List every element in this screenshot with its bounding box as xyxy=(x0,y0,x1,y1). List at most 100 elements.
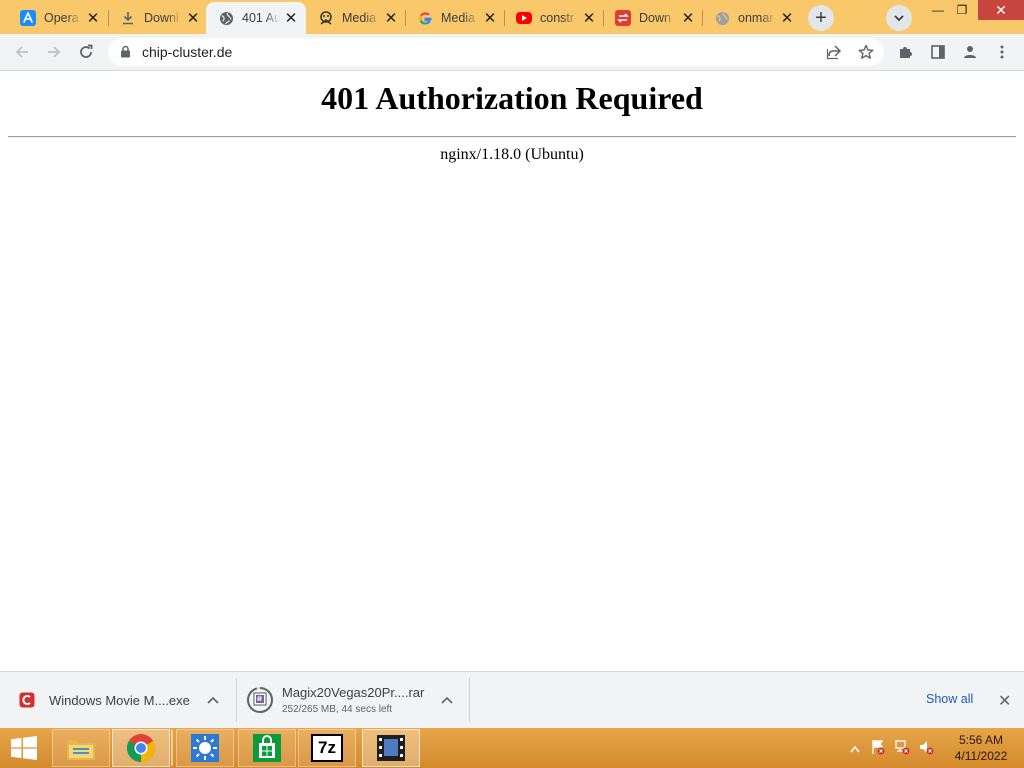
rar-file-icon xyxy=(253,692,267,709)
download-shelf: Windows Movie M....exe Magix20Vegas20Pr.… xyxy=(0,671,1024,728)
forward-button[interactable] xyxy=(40,38,68,66)
system-tray xyxy=(850,728,934,768)
windows-logo-icon xyxy=(11,736,37,760)
show-all-downloads-link[interactable]: Show all xyxy=(926,692,973,706)
download-options-chevron-icon[interactable] xyxy=(204,691,222,709)
tab-title: Media xyxy=(342,11,377,25)
download-options-chevron-icon[interactable] xyxy=(438,691,456,709)
arrow-left-icon xyxy=(15,46,28,58)
tab-close-icon[interactable]: ✕ xyxy=(679,9,697,27)
taskbar-separator xyxy=(171,730,173,766)
tab-close-icon[interactable]: ✕ xyxy=(382,9,400,27)
tab-onmar[interactable]: onmar ✕ xyxy=(702,2,802,34)
tab-opera[interactable]: Opera ✕ xyxy=(8,2,108,34)
network-icon[interactable] xyxy=(894,739,910,758)
store-taskbar-button[interactable] xyxy=(238,729,296,767)
puzzle-icon xyxy=(900,47,912,58)
7zip-taskbar-button[interactable]: 7z xyxy=(298,729,356,767)
store-bag-icon xyxy=(253,734,281,762)
chevron-down-icon xyxy=(894,15,904,22)
download-status: 252/265 MB, 44 secs left xyxy=(282,704,393,715)
plus-icon: + xyxy=(815,6,827,29)
address-bar[interactable]: chip-cluster.de xyxy=(108,38,884,66)
youtube-icon xyxy=(516,12,532,24)
tab-close-icon[interactable]: ✕ xyxy=(778,9,796,27)
profile-icon xyxy=(964,46,976,58)
minimize-icon: — xyxy=(932,3,944,17)
tab-close-icon[interactable]: ✕ xyxy=(580,9,598,27)
new-tab-button[interactable]: + xyxy=(808,5,834,31)
tab-close-icon[interactable]: ✕ xyxy=(481,9,499,27)
weather-taskbar-button[interactable] xyxy=(176,729,234,767)
globe-icon xyxy=(714,10,730,26)
show-hidden-icons-icon[interactable] xyxy=(850,741,860,756)
reload-icon xyxy=(80,44,93,58)
download-filename: Windows Movie M....exe xyxy=(49,692,190,708)
download-separator xyxy=(236,678,237,722)
folder-icon xyxy=(67,740,95,760)
red-arrows-icon xyxy=(615,10,631,26)
tab-401-auth[interactable]: 401 Au ✕ xyxy=(206,2,306,34)
movie-maker-taskbar-button[interactable] xyxy=(362,729,420,767)
divider xyxy=(8,136,1016,138)
exe-file-icon xyxy=(18,691,36,709)
web-page: 401 Authorization Required nginx/1.18.0 … xyxy=(0,72,1024,671)
tab-close-icon[interactable]: ✕ xyxy=(184,9,202,27)
tab-title: Opera xyxy=(44,11,79,25)
reload-button[interactable] xyxy=(72,38,100,66)
tab-title: Media xyxy=(441,11,476,25)
close-download-shelf-icon[interactable]: ✕ xyxy=(998,691,1011,711)
chrome-taskbar-button[interactable] xyxy=(112,729,170,767)
globe-icon xyxy=(218,10,234,26)
media-site-icon xyxy=(318,10,334,26)
tab-close-icon[interactable]: ✕ xyxy=(282,9,300,27)
start-button[interactable] xyxy=(4,732,44,764)
extensions-button[interactable] xyxy=(892,38,920,66)
tab-title: constr xyxy=(540,11,575,25)
app-store-icon xyxy=(20,10,36,26)
tab-download[interactable]: Downl ✕ xyxy=(108,2,208,34)
action-center-flag-icon[interactable] xyxy=(870,739,886,758)
weather-sun-icon xyxy=(191,734,219,762)
restore-button[interactable]: ❐ xyxy=(946,0,978,20)
window-close-button[interactable]: ✕ xyxy=(978,0,1024,20)
page-title: 401 Authorization Required xyxy=(321,80,703,116)
taskbar-clock[interactable]: 5:56 AM 4/11/2022 xyxy=(946,732,1016,764)
bookmark-star-icon[interactable] xyxy=(858,44,874,63)
windows-taskbar: 7z 5:56 AM 4/11/2022 xyxy=(0,728,1024,768)
volume-muted-icon[interactable] xyxy=(918,739,934,758)
tab-title: Down xyxy=(639,11,671,25)
profile-button[interactable] xyxy=(956,38,984,66)
download-filename: Magix20Vegas20Pr....rar xyxy=(282,685,425,700)
share-icon[interactable] xyxy=(826,44,842,63)
tab-close-icon[interactable]: ✕ xyxy=(84,9,102,27)
tab-down[interactable]: Down ✕ xyxy=(603,2,703,34)
tab-search-button[interactable] xyxy=(886,5,912,31)
tab-youtube[interactable]: constr ✕ xyxy=(504,2,604,34)
back-button[interactable] xyxy=(8,38,36,66)
tab-media-1[interactable]: Media ✕ xyxy=(306,2,406,34)
menu-button[interactable] xyxy=(988,38,1016,66)
arrow-right-icon xyxy=(48,46,61,58)
url-text[interactable]: chip-cluster.de xyxy=(142,44,232,60)
side-panel-button[interactable] xyxy=(924,38,952,66)
lock-icon[interactable] xyxy=(120,45,131,61)
close-icon: ✕ xyxy=(995,1,1007,18)
7zip-icon-label: 7z xyxy=(318,738,336,757)
download-item[interactable]: Windows Movie M....exe xyxy=(18,672,234,728)
tab-title: 401 Au xyxy=(242,11,280,25)
clock-time: 5:56 AM xyxy=(958,733,1004,747)
tab-title: Downl xyxy=(144,11,179,25)
restore-icon: ❐ xyxy=(956,3,968,17)
download-icon xyxy=(120,10,136,26)
file-explorer-taskbar-button[interactable] xyxy=(52,729,110,767)
download-item[interactable]: Magix20Vegas20Pr....rar 252/265 MB, 44 s… xyxy=(246,672,460,728)
more-vert-icon xyxy=(1000,45,1004,59)
server-signature: nginx/1.18.0 (Ubuntu) xyxy=(440,146,584,163)
chrome-icon xyxy=(127,734,155,762)
google-icon xyxy=(417,10,433,26)
tab-strip: Opera ✕ Downl ✕ 401 Au ✕ Media ✕ Media ✕ xyxy=(0,0,1024,34)
tab-media-2[interactable]: Media ✕ xyxy=(405,2,505,34)
clock-date: 4/11/2022 xyxy=(954,749,1008,763)
download-separator xyxy=(469,678,470,722)
